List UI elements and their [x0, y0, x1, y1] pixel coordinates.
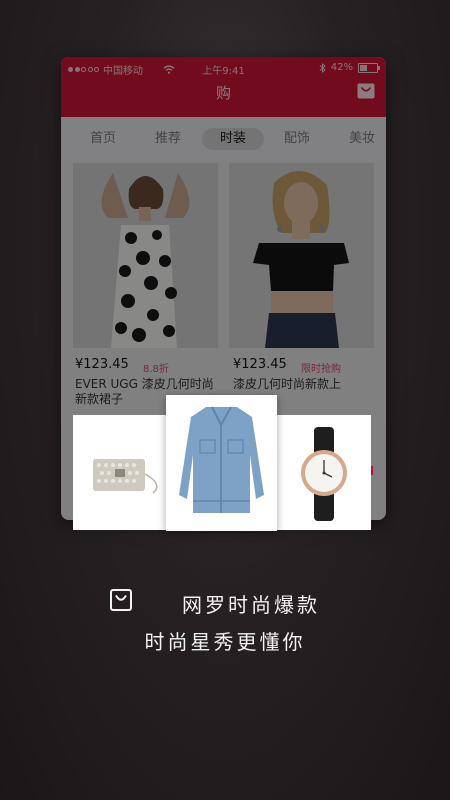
watch-image: [301, 427, 347, 521]
product-tile-watch[interactable]: [276, 415, 371, 530]
product-tile-jacket[interactable]: [166, 395, 277, 531]
tagline-line2: 时尚星秀更懂你: [144, 630, 306, 654]
product-tile-clutch[interactable]: [73, 415, 168, 530]
tagline-line1: 网罗时尚爆款: [182, 593, 320, 617]
denim-jacket-image: [179, 406, 264, 513]
clutch-bag-image: [93, 459, 158, 494]
